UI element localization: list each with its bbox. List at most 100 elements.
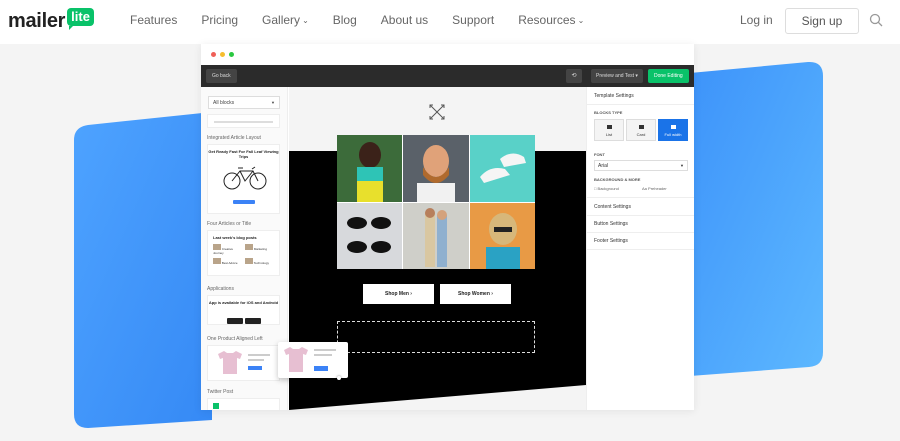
window-titlebar — [201, 44, 694, 65]
nav-link-resources[interactable]: Resources ⌄ — [518, 13, 584, 27]
app-store-badge-icon — [226, 318, 243, 324]
navigation-block-preview[interactable] — [207, 114, 280, 128]
template-settings-header[interactable]: Template Settings — [594, 93, 634, 99]
preview-line — [214, 121, 273, 123]
photo-woman[interactable] — [337, 135, 403, 202]
category-title: Four Articles or Title — [207, 221, 252, 227]
close-dot-icon[interactable] — [211, 52, 216, 57]
shop-men-button[interactable]: Shop Men › — [363, 284, 434, 304]
photo-woman-sunglasses[interactable] — [469, 202, 535, 269]
chevron-down-icon: ⌄ — [302, 16, 309, 25]
list-icon — [606, 125, 612, 129]
photo-sunglasses[interactable] — [337, 202, 403, 269]
card-button — [232, 200, 255, 204]
product-photo-grid — [337, 135, 535, 269]
category-title: One Product Aligned Left — [207, 336, 263, 342]
drag-cursor-icon — [337, 376, 341, 380]
article-thumb — [245, 258, 253, 264]
undo-icon[interactable]: ⟲ — [566, 69, 582, 83]
content-settings-link[interactable]: Content Settings — [594, 204, 631, 210]
footer-settings-link[interactable]: Footer Settings — [594, 238, 628, 244]
block-type-full-width[interactable]: Full width — [658, 119, 688, 141]
shop-men-label: Shop Men — [385, 291, 409, 297]
article-item: Creative Journey — [213, 244, 242, 255]
dragged-product-block[interactable] — [278, 342, 348, 378]
divider — [587, 104, 694, 105]
nav-link-features[interactable]: Features — [130, 13, 177, 27]
divider — [587, 249, 694, 250]
photo-couple[interactable] — [403, 202, 469, 269]
article-thumb — [245, 244, 253, 250]
nav-link-blog[interactable]: Blog — [333, 13, 357, 27]
preheader-prefix: Aa — [642, 186, 647, 191]
card-title: Get Ready Fast For Fall Leaf Viewing Tri… — [208, 149, 279, 159]
articles-grid: Creative Journey Marketing Best Advice T… — [208, 240, 279, 265]
preheader-option[interactable]: Aa Preheader — [642, 186, 667, 191]
maximize-dot-icon[interactable] — [229, 52, 234, 57]
block-type-label: Full width — [664, 132, 682, 137]
font-label: FONT — [594, 152, 605, 157]
article-title: Technology — [253, 261, 269, 265]
bicycle-icon — [223, 166, 267, 190]
logo-text: mailer — [8, 10, 66, 32]
tshirt-product-icon — [218, 351, 270, 374]
search-icon[interactable] — [869, 13, 883, 27]
google-play-badge-icon — [244, 318, 261, 324]
block-type-label: List — [605, 132, 613, 137]
article-item: Best Advice — [213, 258, 242, 265]
block-type-card[interactable]: Card — [626, 119, 656, 141]
crossed-arrows-logo-icon — [429, 104, 445, 120]
nav-link-about[interactable]: About us — [381, 13, 428, 27]
blocks-type-label: BLOCKS TYPE — [594, 110, 623, 115]
full-width-icon — [670, 125, 676, 129]
block-type-list[interactable]: List — [594, 119, 624, 141]
block-preview-card[interactable]: Last week's blog posts Creative Journey … — [207, 230, 280, 276]
background-label: BACKGROUND & MORE — [594, 177, 641, 182]
shop-women-label: Shop Women — [458, 291, 490, 297]
category-title: Integrated Article Layout — [207, 135, 261, 141]
nav-link-gallery[interactable]: Gallery ⌄ — [262, 13, 309, 27]
signup-button[interactable]: Sign up — [785, 8, 859, 34]
divider — [587, 215, 694, 216]
block-preview-card[interactable]: Get Ready Fast For Fall Leaf Viewing Tri… — [207, 144, 280, 214]
photo-sneakers[interactable] — [469, 135, 535, 202]
block-type-label: Card — [636, 132, 646, 137]
font-select[interactable]: Arial ▼ — [594, 160, 688, 171]
block-preview-card[interactable] — [207, 398, 280, 410]
nav-link-support[interactable]: Support — [452, 13, 494, 27]
minimize-dot-icon[interactable] — [220, 52, 225, 57]
top-nav: mailer lite Features Pricing Gallery ⌄ Bl… — [0, 0, 900, 44]
card-title: Last week's blog posts — [213, 235, 257, 240]
nav-link-resources-label: Resources — [518, 13, 576, 27]
card-icon — [638, 125, 644, 129]
photo-man[interactable] — [403, 135, 469, 202]
divider — [587, 232, 694, 233]
editor-toolbar: Go back ⟲ Preview and Test ▾ Done Editin… — [201, 65, 694, 87]
article-title: Marketing — [253, 247, 268, 251]
block-preview-card[interactable]: App is available for iOS and Android — [207, 295, 280, 325]
drop-zone[interactable] — [337, 321, 535, 353]
nav-link-pricing[interactable]: Pricing — [201, 13, 238, 27]
avatar — [213, 403, 219, 409]
nav-link-gallery-label: Gallery — [262, 13, 301, 27]
preview-and-test-button[interactable]: Preview and Test ▾ — [591, 69, 643, 83]
go-back-button[interactable]: Go back — [206, 69, 237, 83]
font-value: Arial — [598, 163, 609, 169]
blocks-filter-value: All blocks — [213, 100, 235, 106]
chevron-down-icon: ⌄ — [577, 16, 585, 25]
article-thumb — [213, 244, 221, 250]
block-preview-card[interactable] — [207, 345, 280, 381]
mailerlite-logo[interactable]: mailer lite — [8, 8, 94, 33]
tshirt-product-icon — [284, 347, 336, 372]
divider — [587, 197, 694, 198]
background-option[interactable]: □ Background — [594, 186, 619, 191]
category-title: Twitter Post — [207, 389, 234, 395]
background-option-label: Background — [597, 186, 619, 191]
blocks-panel: All blocks ▼ Integrated Article Layout G… — [201, 87, 288, 410]
login-link[interactable]: Log in — [740, 13, 773, 27]
blocks-filter-select[interactable]: All blocks ▼ — [208, 96, 280, 109]
done-editing-button[interactable]: Done Editing — [648, 69, 689, 83]
button-settings-link[interactable]: Button Settings — [594, 221, 628, 227]
article-thumb — [213, 258, 221, 264]
shop-women-button[interactable]: Shop Women › — [440, 284, 511, 304]
